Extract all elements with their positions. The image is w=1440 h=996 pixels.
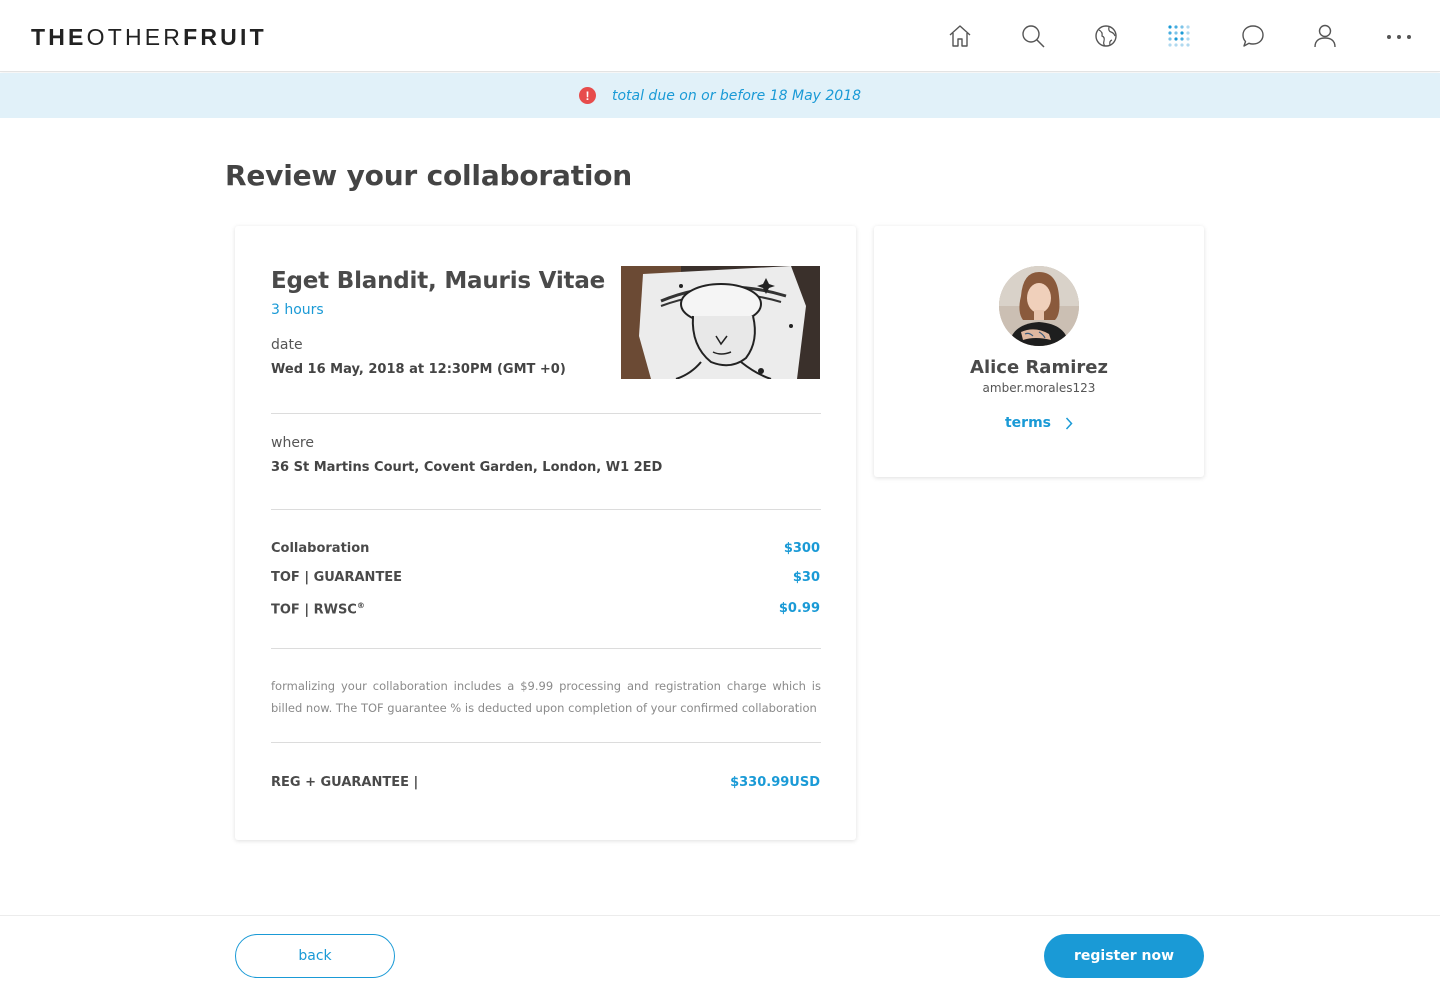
avatar[interactable] — [999, 266, 1079, 346]
total-value: $330.99USD — [730, 775, 820, 790]
logo-part-the: THE — [31, 24, 87, 50]
date-label: date — [271, 337, 303, 353]
footer-divider — [0, 915, 1440, 916]
profile-name: Alice Ramirez — [970, 357, 1108, 378]
grid-dots-icon[interactable] — [1165, 22, 1193, 50]
logo-part-fruit: FRUIT — [183, 24, 267, 50]
banner-text: total due on or before 18 May 2018 — [611, 87, 862, 104]
page-title: Review your collaboration — [225, 159, 633, 192]
price-row-rwsc-label: TOF | RWSC® — [271, 601, 365, 617]
terms-label: terms — [1004, 415, 1051, 431]
price-row-guarantee-label: TOF | GUARANTEE — [271, 570, 403, 585]
event-title: Eget Blandit, Mauris Vitae — [271, 268, 606, 294]
back-button[interactable]: back — [235, 934, 395, 978]
artwork-thumbnail — [621, 266, 820, 379]
total-label: REG + GUARANTEE | — [271, 775, 419, 790]
price-row-rwsc-text: TOF | RWSC — [271, 602, 357, 618]
chevron-right-icon — [1065, 416, 1073, 430]
top-header: THEOTHERFRUIT — [0, 0, 1440, 72]
home-icon[interactable] — [946, 22, 974, 50]
price-row-rwsc-value: $0.99 — [778, 601, 820, 616]
billing-note: formalizing your collaboration includes … — [271, 679, 821, 715]
profile-username: amber.morales123 — [982, 381, 1096, 395]
due-date-banner: ! total due on or before 18 May 2018 — [0, 73, 1440, 118]
price-row-collaboration-value: $300 — [783, 541, 820, 556]
search-icon[interactable] — [1019, 22, 1047, 50]
collaboration-summary-card: Eget Blandit, Mauris Vitae 3 hours date … — [235, 226, 856, 840]
terms-link[interactable]: terms — [874, 415, 1204, 431]
register-now-button[interactable]: register now — [1044, 934, 1204, 978]
logo-part-other: OTHER — [86, 24, 184, 50]
divider — [271, 648, 821, 649]
divider — [271, 742, 821, 743]
collaborator-profile-card: Alice Ramirez amber.morales123 terms — [874, 226, 1204, 477]
chat-icon[interactable] — [1239, 22, 1267, 50]
logo[interactable]: THEOTHERFRUIT — [31, 24, 267, 50]
where-label: where — [271, 435, 314, 451]
divider — [271, 509, 821, 510]
registered-mark: ® — [356, 601, 365, 610]
alert-icon: ! — [578, 87, 596, 104]
more-icon[interactable] — [1385, 22, 1413, 50]
divider — [271, 413, 821, 414]
price-row-collaboration-label: Collaboration — [271, 541, 370, 556]
date-value: Wed 16 May, 2018 at 12:30PM (GMT +0) — [271, 362, 566, 377]
where-value: 36 St Martins Court, Covent Garden, Lond… — [271, 460, 663, 475]
user-icon[interactable] — [1311, 22, 1339, 50]
globe-icon[interactable] — [1092, 22, 1120, 50]
price-row-guarantee-value: $30 — [792, 570, 820, 585]
event-duration: 3 hours — [271, 302, 324, 318]
